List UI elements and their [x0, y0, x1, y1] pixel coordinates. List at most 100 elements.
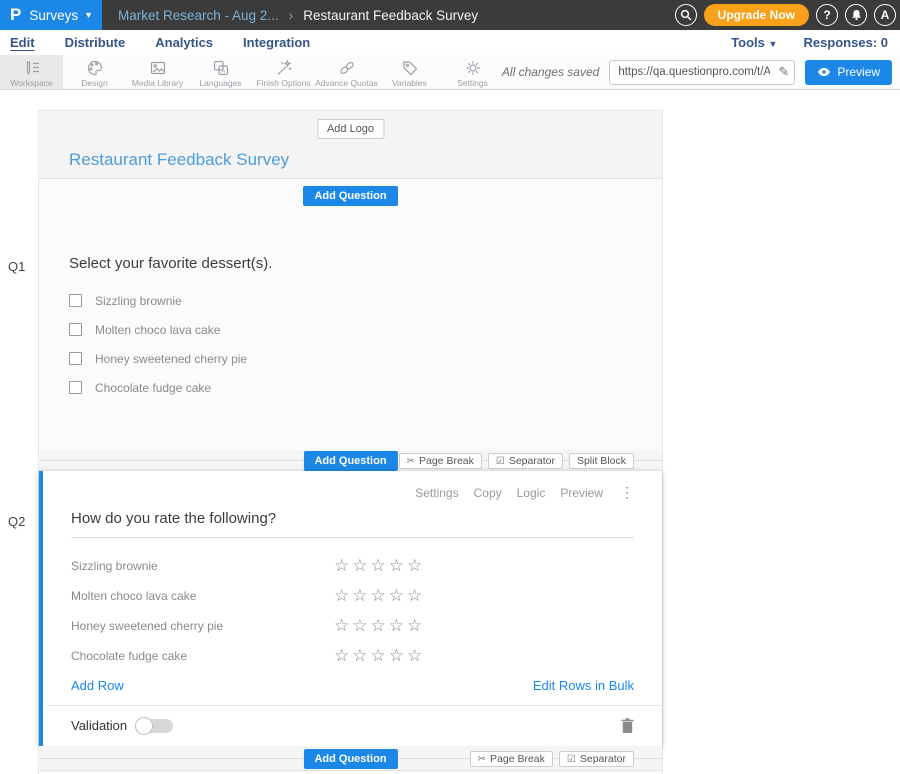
star-icon[interactable]	[389, 556, 404, 576]
translate-icon: A	[212, 59, 230, 77]
tab-edit[interactable]: Edit	[10, 35, 35, 50]
separator-button[interactable]: ☑Separator	[559, 751, 634, 767]
rating-row-label[interactable]: Chocolate fudge cake	[71, 649, 334, 663]
validation-toggle[interactable]	[137, 719, 173, 733]
survey-canvas: Q1 Q2 Add Logo Restaurant Feedback Surve…	[0, 90, 900, 774]
q1-question-text[interactable]: Select your favorite dessert(s).	[69, 255, 632, 272]
add-question-button[interactable]: Add Question	[303, 451, 397, 471]
star-icon[interactable]	[389, 646, 404, 666]
page-break-button[interactable]: ✂Page Break	[470, 751, 553, 767]
q2-question-text[interactable]: How do you rate the following?	[71, 510, 634, 538]
preview-button[interactable]: Preview	[805, 60, 892, 85]
tab-analytics[interactable]: Analytics	[155, 35, 213, 50]
separator-icon: ☑	[496, 456, 505, 467]
delete-question-button[interactable]	[621, 718, 634, 733]
option-label[interactable]: Molten choco lava cake	[95, 323, 220, 337]
breadcrumb: Market Research - Aug 2... › Restaurant …	[118, 0, 478, 30]
star-icon[interactable]	[371, 556, 386, 576]
toolbar-item-settings[interactable]: Settings	[441, 55, 504, 89]
star-icon[interactable]	[352, 646, 367, 666]
add-question-strip-top: Add Question	[39, 179, 662, 213]
add-question-button[interactable]: Add Question	[303, 186, 397, 206]
q2-logic-link[interactable]: Logic	[517, 486, 546, 500]
product-menu[interactable]: P Surveys ▼	[0, 0, 102, 30]
survey-title[interactable]: Restaurant Feedback Survey	[69, 150, 289, 170]
survey-url-wrap: ✎	[609, 60, 795, 85]
topbar-actions: Upgrade Now ? A	[675, 0, 900, 30]
star-icon[interactable]	[407, 586, 422, 606]
survey-header: Add Logo Restaurant Feedback Survey	[39, 111, 662, 179]
questionpro-logo-icon: P	[10, 5, 21, 25]
rating-row-label[interactable]: Sizzling brownie	[71, 559, 334, 573]
star-icon[interactable]	[389, 616, 404, 636]
tab-distribute[interactable]: Distribute	[65, 35, 126, 50]
toolbar-item-languages[interactable]: A Languages	[189, 55, 252, 89]
q2-settings-link[interactable]: Settings	[415, 486, 458, 500]
page-break-button[interactable]: ✂Page Break	[399, 453, 482, 469]
help-button[interactable]: ?	[816, 4, 838, 26]
star-icon[interactable]	[371, 616, 386, 636]
next-block-top-edge	[39, 770, 662, 774]
upgrade-now-button[interactable]: Upgrade Now	[704, 4, 809, 26]
rating-row-label[interactable]: Molten choco lava cake	[71, 589, 334, 603]
rating-row-label[interactable]: Honey sweetened cherry pie	[71, 619, 334, 633]
add-question-button[interactable]: Add Question	[303, 749, 397, 769]
star-icon[interactable]	[352, 616, 367, 636]
edit-rows-in-bulk-link[interactable]: Edit Rows in Bulk	[533, 678, 634, 693]
eye-icon	[817, 67, 831, 77]
checkbox[interactable]	[69, 381, 82, 394]
rating-row: Honey sweetened cherry pie	[71, 611, 634, 641]
checkbox[interactable]	[69, 352, 82, 365]
separator-icon: ☑	[567, 754, 576, 765]
star-rating	[334, 586, 425, 606]
star-icon[interactable]	[352, 556, 367, 576]
palette-icon	[86, 59, 104, 77]
toggle-knob	[135, 717, 153, 735]
breadcrumb-folder[interactable]: Market Research - Aug 2...	[118, 8, 279, 23]
star-icon[interactable]	[407, 616, 422, 636]
tools-menu[interactable]: Tools ▼	[731, 35, 777, 50]
star-icon[interactable]	[371, 586, 386, 606]
option-label[interactable]: Chocolate fudge cake	[95, 381, 211, 395]
split-block-button[interactable]: Split Block	[569, 453, 634, 469]
more-options-kebab-icon[interactable]: ⋮	[620, 484, 634, 501]
tab-integration[interactable]: Integration	[243, 35, 310, 50]
checkbox[interactable]	[69, 294, 82, 307]
q2-copy-link[interactable]: Copy	[474, 486, 502, 500]
toolbar-item-finish-options[interactable]: Finish Options	[252, 55, 315, 89]
option-label[interactable]: Honey sweetened cherry pie	[95, 352, 247, 366]
star-icon[interactable]	[407, 646, 422, 666]
star-icon[interactable]	[371, 646, 386, 666]
toolbar-item-design[interactable]: Design	[63, 55, 126, 89]
star-icon[interactable]	[334, 646, 349, 666]
search-button[interactable]	[675, 4, 697, 26]
option-label[interactable]: Sizzling brownie	[95, 294, 182, 308]
star-icon[interactable]	[389, 586, 404, 606]
survey-url-input[interactable]	[609, 60, 795, 85]
star-icon[interactable]	[334, 556, 349, 576]
q2-preview-link[interactable]: Preview	[560, 486, 603, 500]
chain-link-icon	[338, 59, 356, 77]
question-mark-icon: ?	[823, 8, 830, 22]
edit-url-pencil-icon[interactable]: ✎	[778, 64, 789, 80]
scissors-icon: ✂	[478, 754, 486, 765]
add-logo-button[interactable]: Add Logo	[317, 119, 384, 139]
notifications-button[interactable]	[845, 4, 867, 26]
gear-icon	[464, 59, 482, 77]
insert-buttons: ✂Page Break ☑Separator	[470, 751, 634, 767]
responses-count[interactable]: Responses: 0	[803, 35, 888, 50]
question-q1: Select your favorite dessert(s). Sizzlin…	[39, 213, 662, 450]
star-icon[interactable]	[352, 586, 367, 606]
checkbox[interactable]	[69, 323, 82, 336]
separator-button[interactable]: ☑Separator	[488, 453, 563, 469]
star-icon[interactable]	[407, 556, 422, 576]
q1-option-row: Molten choco lava cake	[69, 315, 632, 344]
toolbar-item-advance-quotas[interactable]: Advance Quotas	[315, 55, 378, 89]
toolbar-item-media-library[interactable]: Media Library	[126, 55, 189, 89]
star-icon[interactable]	[334, 586, 349, 606]
add-row-link[interactable]: Add Row	[71, 678, 124, 693]
account-avatar[interactable]: A	[874, 4, 896, 26]
toolbar-item-variables[interactable]: Variables	[378, 55, 441, 89]
star-icon[interactable]	[334, 616, 349, 636]
toolbar-item-workspace[interactable]: Workspace	[0, 55, 63, 89]
